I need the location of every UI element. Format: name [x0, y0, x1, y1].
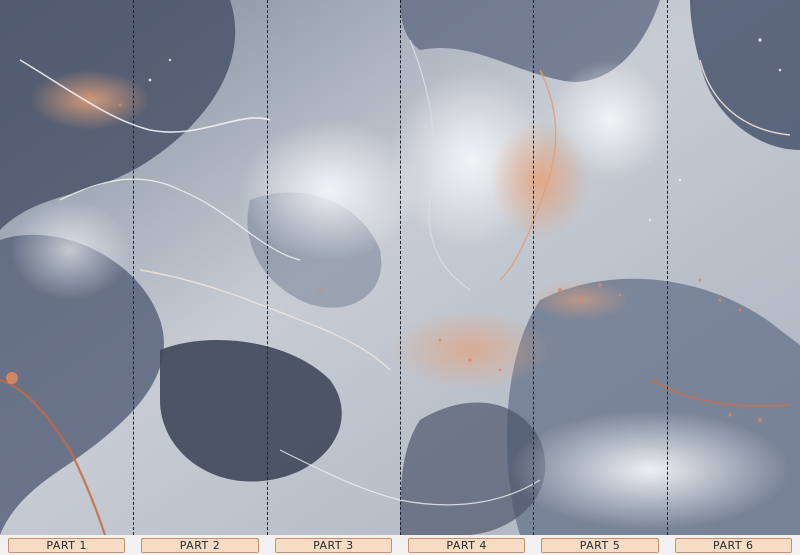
part-slot: PART 1: [0, 535, 133, 555]
part-slot: PART 6: [667, 535, 800, 555]
part-divider: [533, 0, 534, 535]
part-divider: [667, 0, 668, 535]
part-1-label: PART 1: [8, 537, 126, 553]
part-labels-bar: PART 1 PART 2 PART 3 PART 4 PART 5 PART …: [0, 535, 800, 555]
part-divider: [400, 0, 401, 535]
part-3-label: PART 3: [274, 537, 392, 553]
part-slot: PART 5: [533, 535, 666, 555]
marble-mural-image: [0, 0, 800, 535]
part-5-label: PART 5: [541, 537, 659, 553]
part-6-label: PART 6: [674, 537, 792, 553]
part-4-label: PART 4: [407, 537, 526, 553]
part-slot: PART 4: [400, 535, 533, 555]
part-2-label: PART 2: [141, 537, 259, 553]
part-slot: PART 2: [133, 535, 266, 555]
part-divider: [267, 0, 268, 535]
part-slot: PART 3: [267, 535, 400, 555]
part-divider: [133, 0, 134, 535]
